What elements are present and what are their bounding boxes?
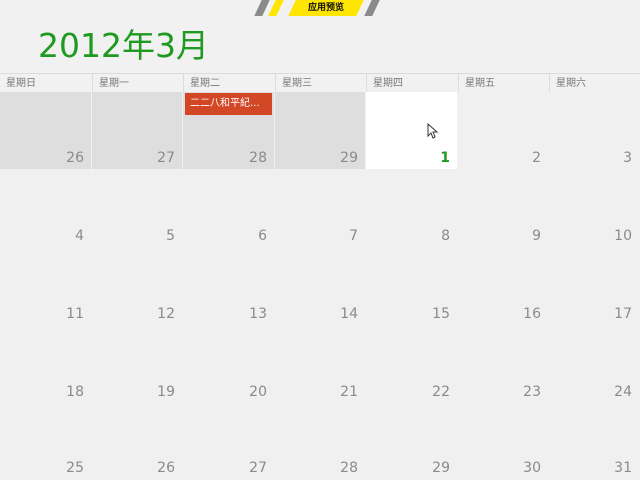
banner-label: 应用预览	[307, 3, 344, 13]
day-number: 29	[432, 460, 450, 476]
day-number: 29	[340, 150, 358, 166]
calendar-day-cell[interactable]: 19	[92, 326, 182, 403]
day-number: 2	[532, 150, 541, 166]
day-number: 12	[157, 306, 175, 322]
day-number: 26	[66, 150, 84, 166]
calendar-day-cell[interactable]: 8	[366, 170, 457, 247]
day-number: 3	[623, 150, 632, 166]
day-number: 27	[157, 150, 175, 166]
calendar-day-cell[interactable]: 25	[0, 404, 91, 479]
calendar-day-cell[interactable]: 22	[366, 326, 457, 403]
weekday-label-sunday: 星期日	[6, 78, 36, 89]
banner-stripe	[254, 0, 270, 16]
day-number: 8	[441, 228, 450, 244]
weekday-label-thursday: 星期四	[366, 74, 458, 93]
day-number: 6	[258, 228, 267, 244]
calendar-day-cell[interactable]: 二二八和平紀... 28	[183, 92, 274, 169]
calendar-event[interactable]: 二二八和平紀...	[185, 93, 272, 115]
weekday-label-saturday: 星期六	[549, 74, 640, 93]
calendar-day-cell[interactable]: 16	[458, 248, 548, 325]
calendar-month-title: 2012年3月	[38, 26, 209, 65]
weekday-label-wednesday: 星期三	[275, 74, 366, 93]
calendar-day-cell[interactable]: 27	[183, 404, 274, 479]
calendar-day-cell[interactable]: 26	[0, 92, 91, 169]
day-number: 19	[157, 384, 175, 400]
calendar-day-cell[interactable]: 5	[92, 170, 182, 247]
day-number: 28	[249, 150, 267, 166]
day-number: 18	[66, 384, 84, 400]
calendar-day-cell[interactable]: 27	[92, 92, 182, 169]
day-number: 10	[614, 228, 632, 244]
calendar-day-cell[interactable]: 31	[549, 404, 639, 479]
calendar-day-cell[interactable]: 23	[458, 326, 548, 403]
day-number: 15	[432, 306, 450, 322]
calendar-day-cell[interactable]: 24	[549, 326, 639, 403]
day-number: 9	[532, 228, 541, 244]
day-number: 20	[249, 384, 267, 400]
day-number: 4	[75, 228, 84, 244]
calendar-day-cell[interactable]: 29	[275, 92, 365, 169]
day-number: 22	[432, 384, 450, 400]
day-number: 23	[523, 384, 541, 400]
banner-stripe	[364, 0, 380, 16]
calendar-day-cell[interactable]: 21	[275, 326, 365, 403]
month-grid: 26 27 二二八和平紀... 28 29 1 2 3 4 5 6 7 8 9 10 11 12 13 14 15 16…	[0, 92, 640, 480]
mouse-cursor-icon	[427, 123, 439, 139]
calendar-day-cell[interactable]: 11	[0, 248, 91, 325]
calendar-day-cell[interactable]: 30	[458, 404, 548, 479]
calendar-day-cell[interactable]: 15	[366, 248, 457, 325]
calendar-day-cell[interactable]: 6	[183, 170, 274, 247]
weekday-label-tuesday: 星期二	[183, 74, 275, 93]
calendar-day-cell[interactable]: 4	[0, 170, 91, 247]
weekday-header: 星期日 星期一 星期二 星期三 星期四 星期五 星期六	[0, 73, 640, 93]
calendar-day-cell[interactable]: 9	[458, 170, 548, 247]
calendar-day-cell[interactable]: 1	[366, 92, 457, 169]
app-preview-banner: 应用预览	[250, 0, 380, 16]
day-number: 30	[523, 460, 541, 476]
day-number: 31	[614, 460, 632, 476]
day-number: 26	[157, 460, 175, 476]
day-number: 25	[66, 460, 84, 476]
calendar-day-cell[interactable]: 29	[366, 404, 457, 479]
calendar-day-cell[interactable]: 13	[183, 248, 274, 325]
day-number: 21	[340, 384, 358, 400]
day-number: 27	[249, 460, 267, 476]
calendar-day-cell[interactable]: 17	[549, 248, 639, 325]
day-number: 28	[340, 460, 358, 476]
calendar-day-cell[interactable]: 2	[458, 92, 548, 169]
day-number: 14	[340, 306, 358, 322]
weekday-label-monday: 星期一	[92, 74, 183, 93]
calendar-day-cell[interactable]: 14	[275, 248, 365, 325]
weekday-label-friday: 星期五	[458, 74, 549, 93]
calendar-day-cell[interactable]: 26	[92, 404, 182, 479]
calendar-day-cell[interactable]: 3	[549, 92, 639, 169]
calendar-day-cell[interactable]: 20	[183, 326, 274, 403]
calendar-day-cell[interactable]: 10	[549, 170, 639, 247]
day-number: 16	[523, 306, 541, 322]
calendar-day-cell[interactable]: 18	[0, 326, 91, 403]
day-number: 24	[614, 384, 632, 400]
calendar-day-cell[interactable]: 28	[275, 404, 365, 479]
day-number: 5	[166, 228, 175, 244]
calendar-day-cell[interactable]: 7	[275, 170, 365, 247]
calendar-day-cell[interactable]: 12	[92, 248, 182, 325]
day-number: 13	[249, 306, 267, 322]
day-number: 17	[614, 306, 632, 322]
day-number: 11	[66, 306, 84, 322]
day-number: 1	[440, 150, 450, 166]
banner-stripe	[268, 0, 284, 16]
day-number: 7	[349, 228, 358, 244]
